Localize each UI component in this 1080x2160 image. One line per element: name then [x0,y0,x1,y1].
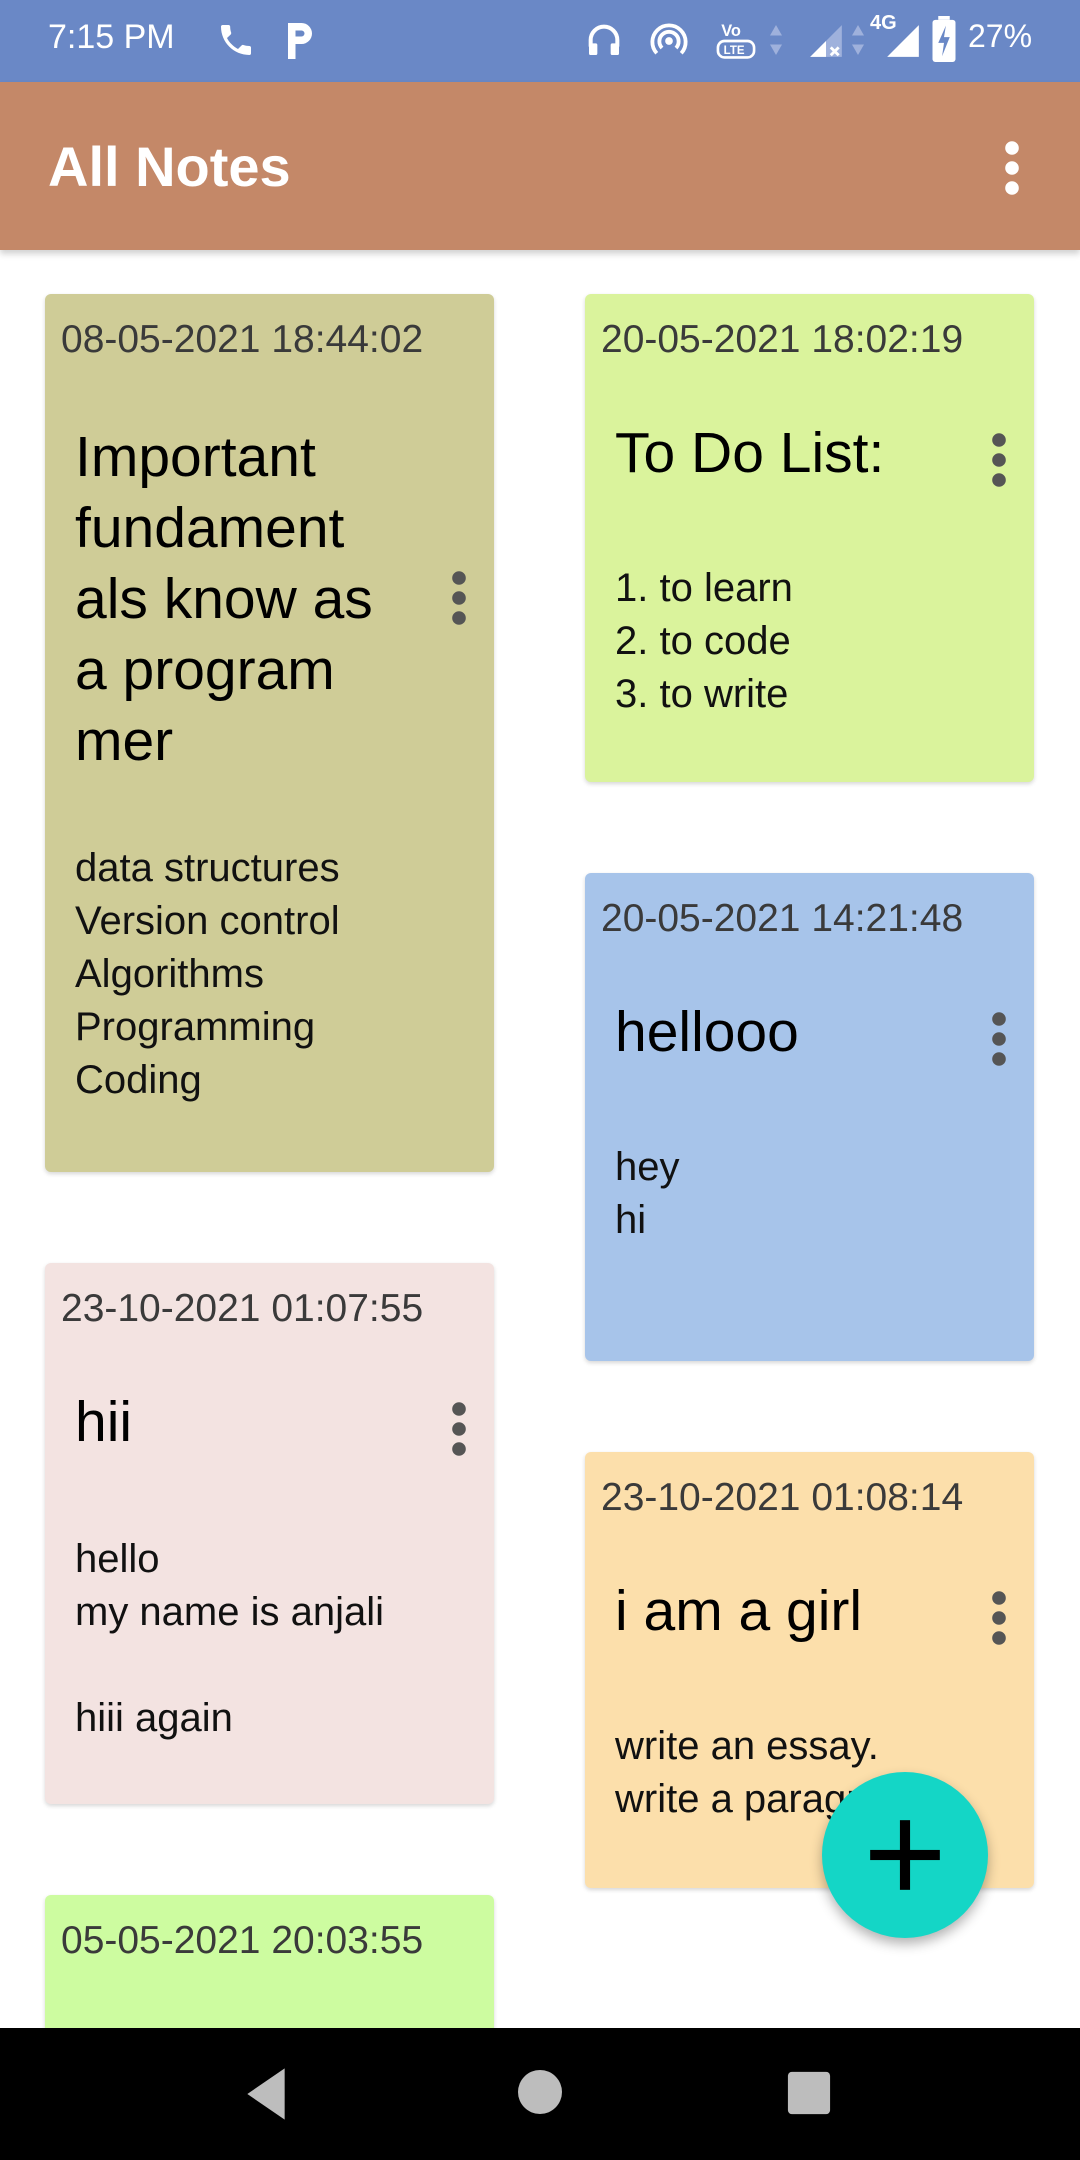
signal-icon [810,25,842,57]
note-date: 05-05-2021 20:03:55 [61,1919,424,1962]
note-date: 20-05-2021 18:02:19 [601,318,964,361]
hotspot-icon [650,23,688,55]
more-vert-icon[interactable] [989,1011,1009,1067]
app-bar: All Notes [0,82,1080,250]
signal-icon [887,25,919,57]
note-card[interactable]: 08-05-2021 18:44:02 Important fundament … [45,294,494,1172]
add-note-button[interactable] [822,1772,988,1938]
more-vert-icon[interactable] [989,1590,1009,1646]
recents-icon[interactable] [786,2070,832,2116]
navigation-bar [0,2028,1080,2160]
note-body: data structures Version control Algorith… [75,846,340,1102]
note-body: hello my name is anjali hiii again [75,1537,385,1740]
note-date: 08-05-2021 18:44:02 [61,318,424,361]
note-date: 23-10-2021 01:08:14 [601,1476,964,1519]
status-bar: 7:15 PM Vo LTE 4G 27% [0,0,1080,82]
note-title: i am a girl [615,1579,863,1643]
volte-icon: Vo LTE [716,22,756,59]
data-arrows-icon [770,25,782,55]
battery-icon [932,16,956,62]
phone-icon [221,25,251,55]
battery-percent: 27% [968,18,1033,54]
headphones-icon [588,24,620,55]
data-arrows-icon [852,25,864,55]
note-card[interactable]: 23-10-2021 01:07:55 hii hello my name is… [45,1263,494,1804]
more-vert-icon[interactable] [989,432,1009,488]
home-icon[interactable] [516,2068,564,2116]
svg-text:Vo: Vo [721,22,741,40]
more-vert-icon[interactable] [998,140,1026,196]
note-card[interactable]: 20-05-2021 14:21:48 hellooo hey hi [585,873,1034,1361]
note-title: hellooo [615,1000,799,1064]
note-title: hii [75,1390,133,1454]
back-icon[interactable] [242,2066,290,2122]
svg-text:LTE: LTE [724,45,745,57]
plus-icon [870,1820,940,1890]
parking-icon [288,23,312,59]
note-card[interactable]: 20-05-2021 18:02:19 To Do List: 1. to le… [585,294,1034,782]
page-title: All Notes [48,135,291,198]
note-body: hey hi [615,1145,680,1242]
note-title: Important fundament als know as a progra… [75,425,373,773]
note-body: 1. to learn 2. to code 3. to write [615,566,793,716]
more-vert-icon[interactable] [449,1401,469,1457]
note-date: 23-10-2021 01:07:55 [61,1287,424,1330]
note-date: 20-05-2021 14:21:48 [601,897,964,940]
more-vert-icon[interactable] [449,570,469,626]
status-time: 7:15 PM [48,18,175,56]
note-title: To Do List: [615,421,885,485]
